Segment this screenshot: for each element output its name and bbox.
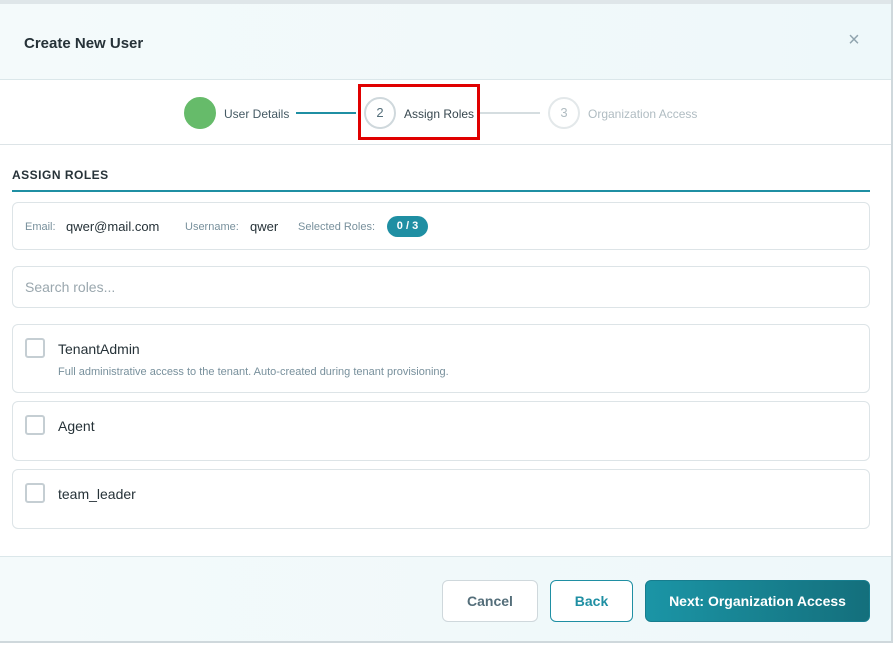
back-button[interactable]: Back (550, 580, 633, 622)
modal-footer: Cancel Back Next: Organization Access (0, 556, 891, 641)
active-step-highlight (358, 84, 480, 140)
step-organization-access-label: Organization Access (588, 107, 698, 121)
role-card-tenantadmin[interactable]: TenantAdmin Full administrative access t… (12, 324, 870, 393)
create-user-modal: Create New User × User Details 2 Assign … (0, 0, 893, 643)
step-user-details-label: User Details (224, 107, 290, 121)
close-icon[interactable]: × (844, 30, 864, 50)
step-organization-access-number: 3 (548, 97, 580, 129)
stepper: User Details 2 Assign Roles 3 Organizati… (0, 81, 891, 145)
section-divider (12, 190, 870, 192)
step-connector-1 (296, 112, 356, 114)
cancel-button[interactable]: Cancel (442, 580, 538, 622)
step-user-details-complete-icon (184, 97, 216, 129)
next-organization-access-button[interactable]: Next: Organization Access (645, 580, 870, 622)
role-name: Agent (58, 418, 95, 434)
role-description: Full administrative access to the tenant… (58, 366, 449, 378)
selected-roles-label: Selected Roles: (298, 221, 376, 233)
email-value: qwer@mail.com (66, 219, 160, 234)
role-name: team_leader (58, 486, 136, 502)
modal-title: Create New User (24, 35, 144, 52)
role-card-team-leader[interactable]: team_leader (12, 469, 870, 529)
email-label: Email: (25, 221, 56, 233)
role-checkbox-agent[interactable] (25, 415, 45, 435)
section-title: ASSIGN ROLES (12, 168, 109, 182)
role-checkbox-team-leader[interactable] (25, 483, 45, 503)
step-connector-2 (478, 112, 540, 114)
modal-header: Create New User × (0, 4, 891, 80)
selected-roles-badge: 0 / 3 (387, 216, 428, 237)
user-summary: Email: qwer@mail.com Username: qwer Sele… (12, 202, 870, 250)
username-value: qwer (250, 219, 279, 234)
role-checkbox-tenantadmin[interactable] (25, 338, 45, 358)
search-roles-input[interactable] (12, 266, 870, 308)
role-card-agent[interactable]: Agent (12, 401, 870, 461)
username-label: Username: (185, 221, 239, 233)
role-name: TenantAdmin (58, 341, 140, 357)
